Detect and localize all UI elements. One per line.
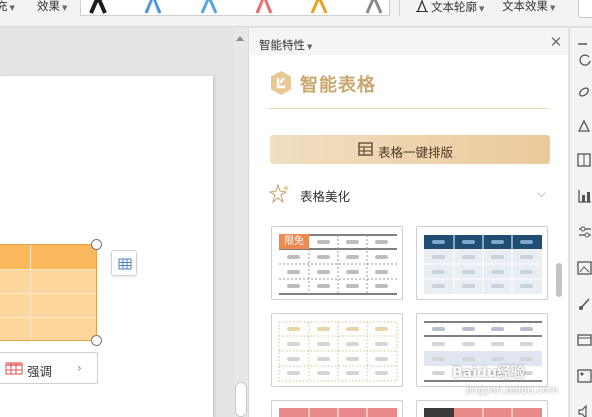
table-col-line	[30, 245, 31, 340]
layout-icon[interactable]	[577, 152, 592, 168]
table-layout-icon	[358, 142, 373, 156]
link-icon[interactable]	[577, 84, 592, 100]
chevron-down-icon: ▼	[550, 4, 556, 12]
watermark-text: Baidu经验	[452, 365, 525, 381]
selected-table[interactable]	[0, 244, 97, 341]
ribbon-toolbar: 充 ▼ 效果 ▼ 文本轮廓 ▼ 文本效果 ▼	[0, 0, 592, 27]
text-outline-label: 文本轮廓	[431, 0, 477, 14]
table-onekey-layout-button[interactable]: 表格一键排版	[270, 135, 550, 164]
side-tool-strip	[569, 28, 592, 417]
onekey-label: 表格一键排版	[378, 145, 454, 160]
close-icon[interactable]: ✕	[548, 34, 564, 50]
chevron-right-icon: ›	[77, 361, 82, 375]
table-grid-icon	[118, 258, 132, 270]
table-style-thumbnail[interactable]	[416, 226, 548, 300]
document-scrollbar[interactable]	[234, 28, 248, 417]
scroll-up-arrow-icon[interactable]	[236, 36, 244, 41]
refresh-icon[interactable]	[577, 52, 592, 68]
settings-icon[interactable]	[577, 224, 592, 240]
image-icon[interactable]	[577, 260, 592, 276]
wordart-style-5[interactable]	[310, 0, 328, 14]
table-style-thumbnail[interactable]	[416, 400, 548, 417]
wordart-style-4[interactable]	[255, 0, 273, 14]
table-style-preview	[424, 408, 542, 417]
table-row-line	[0, 269, 96, 270]
table-style-thumbnail[interactable]	[271, 313, 403, 387]
table-body	[0, 269, 96, 340]
brand-title: 智能表格	[300, 75, 376, 96]
emphasis-style-button[interactable]: 强调 ›	[0, 352, 98, 384]
table-style-preview	[278, 321, 398, 382]
wordart-style-6[interactable]	[365, 0, 383, 14]
text-outline-icon	[416, 0, 428, 12]
table-row-line	[0, 293, 96, 294]
smart-features-panel: 智能特性 ▼ ✕ 智能表格 表格一键排版 表格美化 ⌵ 限免	[248, 28, 568, 417]
fill-label: 充	[0, 0, 8, 13]
shape-icon[interactable]	[577, 118, 592, 134]
panel-title-dropdown[interactable]: 智能特性 ▼	[259, 37, 312, 53]
table-beautify-section-header[interactable]: 表格美化 ⌵	[269, 183, 551, 205]
text-effect-dropdown[interactable]: 文本效果 ▼	[502, 0, 555, 14]
free-limited-badge: 限免	[279, 234, 309, 249]
fill-dropdown[interactable]: 充 ▼	[0, 0, 15, 14]
toolbar-divider	[399, 0, 400, 16]
effect-label: 效果	[37, 0, 60, 13]
chevron-down-icon[interactable]: ⌵	[537, 186, 546, 201]
chevron-down-icon: ▼	[479, 5, 485, 13]
chevron-down-icon: ▼	[62, 4, 68, 12]
chevron-down-icon: ▼	[9, 4, 15, 12]
brush-icon[interactable]	[577, 296, 592, 312]
table-style-preview	[279, 408, 397, 417]
chart-icon[interactable]	[577, 188, 592, 204]
resize-handle-top-right[interactable]	[91, 239, 102, 250]
effect-dropdown[interactable]: 效果 ▼	[37, 0, 67, 14]
wordart-style-1[interactable]	[89, 0, 107, 14]
text-outline-dropdown[interactable]: 文本轮廓 ▼	[416, 0, 484, 15]
text-effect-label: 文本效果	[502, 0, 548, 13]
wordart-style-glyphs	[89, 0, 383, 14]
toolbar-input-box[interactable]	[578, 0, 592, 18]
picture-frame-icon[interactable]	[577, 368, 592, 384]
table-style-thumbnail[interactable]	[271, 400, 403, 417]
sparkle-icon	[269, 183, 289, 204]
panel-title: 智能特性	[259, 38, 305, 52]
table-style-preview	[424, 235, 542, 294]
section-label: 表格美化	[300, 189, 351, 204]
scrollbar-thumb[interactable]	[235, 382, 247, 417]
wordart-style-2[interactable]	[144, 0, 162, 14]
brand-divider	[269, 108, 549, 109]
speaker-icon[interactable]	[577, 404, 592, 417]
smart-table-logo-icon	[271, 71, 291, 95]
tool-icon[interactable]	[577, 36, 592, 52]
table-header-row	[0, 245, 96, 269]
smart-table-brand: 智能表格	[269, 69, 529, 99]
table-style-thumbnail[interactable]: 限免	[271, 226, 403, 300]
emphasis-table-icon	[5, 362, 23, 375]
panel-scrollbar-thumb[interactable]	[556, 263, 562, 297]
table-row-line	[0, 317, 96, 318]
wordart-style-3[interactable]	[200, 0, 218, 14]
resize-handle-bottom-right[interactable]	[91, 335, 102, 346]
watermark-subtext: jingyan.baidu.com	[466, 385, 559, 396]
frame-icon[interactable]	[577, 332, 592, 348]
wordart-styles-gallery[interactable]	[80, 0, 390, 16]
table-quick-tool-button[interactable]	[111, 250, 137, 276]
emphasis-label: 强调	[27, 364, 53, 379]
chevron-down-icon: ▼	[307, 43, 313, 51]
